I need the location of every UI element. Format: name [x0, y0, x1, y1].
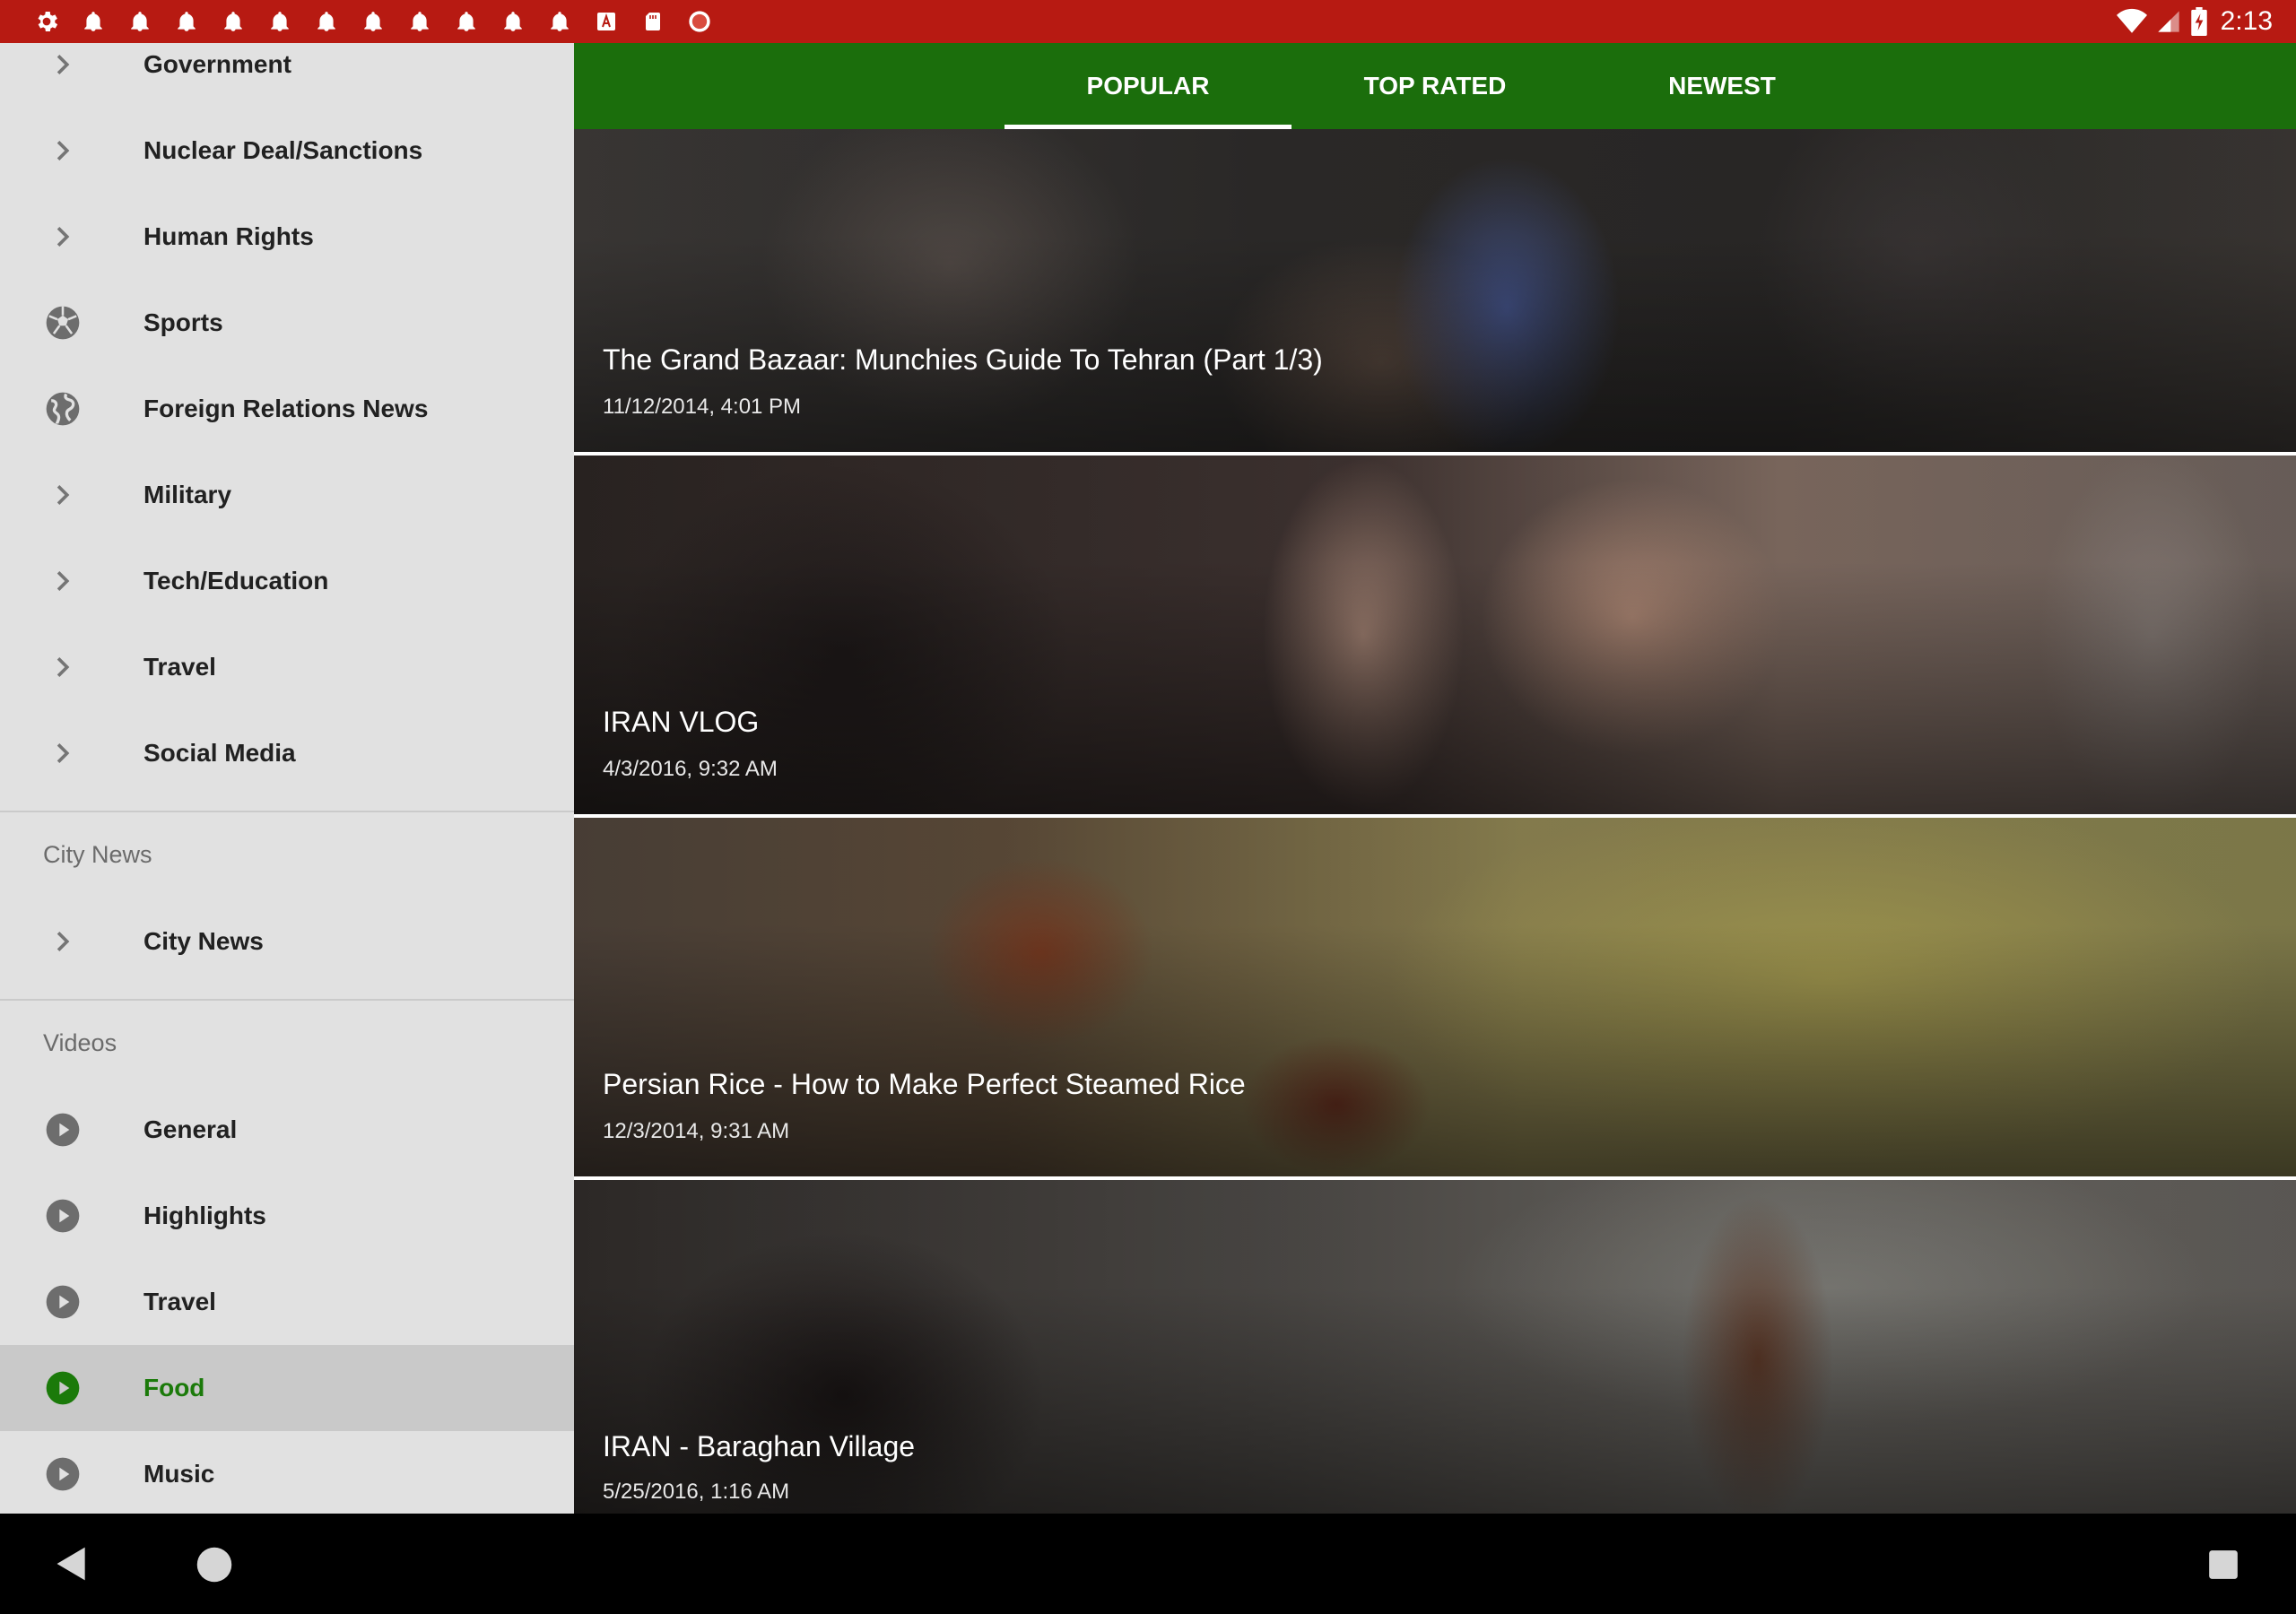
soccer-ball-icon [46, 306, 80, 340]
video-date: 5/25/2016, 1:16 AM [603, 1480, 790, 1504]
bell-icon [79, 7, 108, 36]
bell-icon [405, 7, 434, 36]
play-circle-icon [46, 1113, 80, 1147]
bell-icon [219, 7, 248, 36]
section-header-city-news: City News [43, 841, 152, 868]
drawer-item-nuclear-deal[interactable]: Nuclear Deal/Sanctions [0, 108, 574, 194]
drawer-item-video-general[interactable]: General [0, 1087, 574, 1173]
wifi-icon [2116, 8, 2147, 33]
tab-popular[interactable]: POPULAR [1004, 43, 1292, 129]
recents-icon[interactable] [2206, 1548, 2240, 1582]
bell-icon [452, 7, 481, 36]
video-title: IRAN VLOG [603, 706, 760, 738]
play-circle-icon [46, 1199, 80, 1233]
thumbnail-overlay [574, 818, 2296, 1176]
section-header-videos: Videos [43, 1029, 117, 1056]
bell-icon [172, 7, 201, 36]
video-card[interactable]: IRAN - Baraghan Village 5/25/2016, 1:16 … [574, 1180, 2296, 1514]
play-circle-icon [46, 1457, 80, 1491]
video-card[interactable]: The Grand Bazaar: Munchies Guide To Tehr… [574, 129, 2296, 452]
bell-icon [312, 7, 341, 36]
system-status: 2:13 [2108, 5, 2273, 38]
drawer-divider [0, 811, 574, 812]
drawer-item-foreign-relations[interactable]: Foreign Relations News [0, 366, 574, 452]
battery-icon [2190, 7, 2207, 36]
drawer-item-video-highlights[interactable]: Highlights [0, 1173, 574, 1259]
chevron-right-icon [57, 485, 70, 505]
home-icon[interactable] [196, 1546, 233, 1584]
font-a-icon [592, 7, 621, 36]
thumbnail-overlay [574, 129, 2296, 452]
drawer-item-tech-education[interactable]: Tech/Education [0, 538, 574, 624]
video-list[interactable]: The Grand Bazaar: Munchies Guide To Tehr… [574, 129, 2296, 1514]
chevron-right-icon [57, 932, 70, 951]
drawer-item-human-rights[interactable]: Human Rights [0, 194, 574, 280]
sd-card-icon [639, 7, 667, 36]
drawer-item-travel[interactable]: Travel [0, 624, 574, 710]
play-circle-icon [46, 1371, 80, 1405]
drawer-item-social-media[interactable]: Social Media [0, 710, 574, 796]
video-date: 12/3/2014, 9:31 AM [603, 1119, 790, 1143]
globe-icon [46, 392, 80, 426]
video-card[interactable]: IRAN VLOG 4/3/2016, 9:32 AM [574, 456, 2296, 814]
drawer-divider [0, 999, 574, 1001]
bell-icon [359, 7, 387, 36]
bell-icon [265, 7, 294, 36]
video-card[interactable]: Persian Rice - How to Make Perfect Steam… [574, 818, 2296, 1176]
chevron-right-icon [57, 571, 70, 591]
video-title: The Grand Bazaar: Munchies Guide To Tehr… [603, 343, 1323, 376]
navigation-bar [0, 1514, 2296, 1614]
tab-bar: POPULAR TOP RATED NEWEST [574, 43, 2296, 129]
drawer-item-city-news[interactable]: City News [0, 898, 574, 985]
drawer-item-military[interactable]: Military [0, 452, 574, 538]
bell-icon [545, 7, 574, 36]
clock: 2:13 [2220, 6, 2273, 36]
drawer-item-video-food[interactable]: Food [0, 1345, 574, 1431]
chevron-right-icon [57, 55, 70, 74]
drawer-item-government[interactable]: Government [0, 43, 574, 108]
back-icon[interactable] [52, 1544, 91, 1584]
bell-icon [499, 7, 527, 36]
record-icon [685, 7, 714, 36]
gear-icon [32, 7, 61, 36]
drawer-item-video-travel[interactable]: Travel [0, 1259, 574, 1345]
tab-newest[interactable]: NEWEST [1578, 43, 1866, 129]
video-date: 11/12/2014, 4:01 PM [603, 395, 802, 419]
chevron-right-icon [57, 657, 70, 677]
video-date: 4/3/2016, 9:32 AM [603, 757, 778, 781]
chevron-right-icon [57, 743, 70, 763]
thumbnail-overlay [574, 1180, 2296, 1514]
thumbnail-overlay [574, 456, 2296, 814]
video-title: Persian Rice - How to Make Perfect Steam… [603, 1068, 1246, 1100]
chevron-right-icon [57, 227, 70, 247]
tab-top-rated[interactable]: TOP RATED [1292, 43, 1578, 129]
signal-icon [2157, 11, 2179, 32]
notification-icons [32, 7, 732, 36]
video-title: IRAN - Baraghan Village [603, 1430, 916, 1462]
navigation-drawer: Government Nuclear Deal/Sanctions Human … [0, 43, 574, 1514]
drawer-item-video-music[interactable]: Music [0, 1431, 574, 1514]
bell-icon [126, 7, 154, 36]
status-bar: 2:13 [0, 0, 2296, 43]
drawer-item-sports[interactable]: Sports [0, 280, 574, 366]
play-circle-icon [46, 1285, 80, 1319]
chevron-right-icon [57, 141, 70, 161]
